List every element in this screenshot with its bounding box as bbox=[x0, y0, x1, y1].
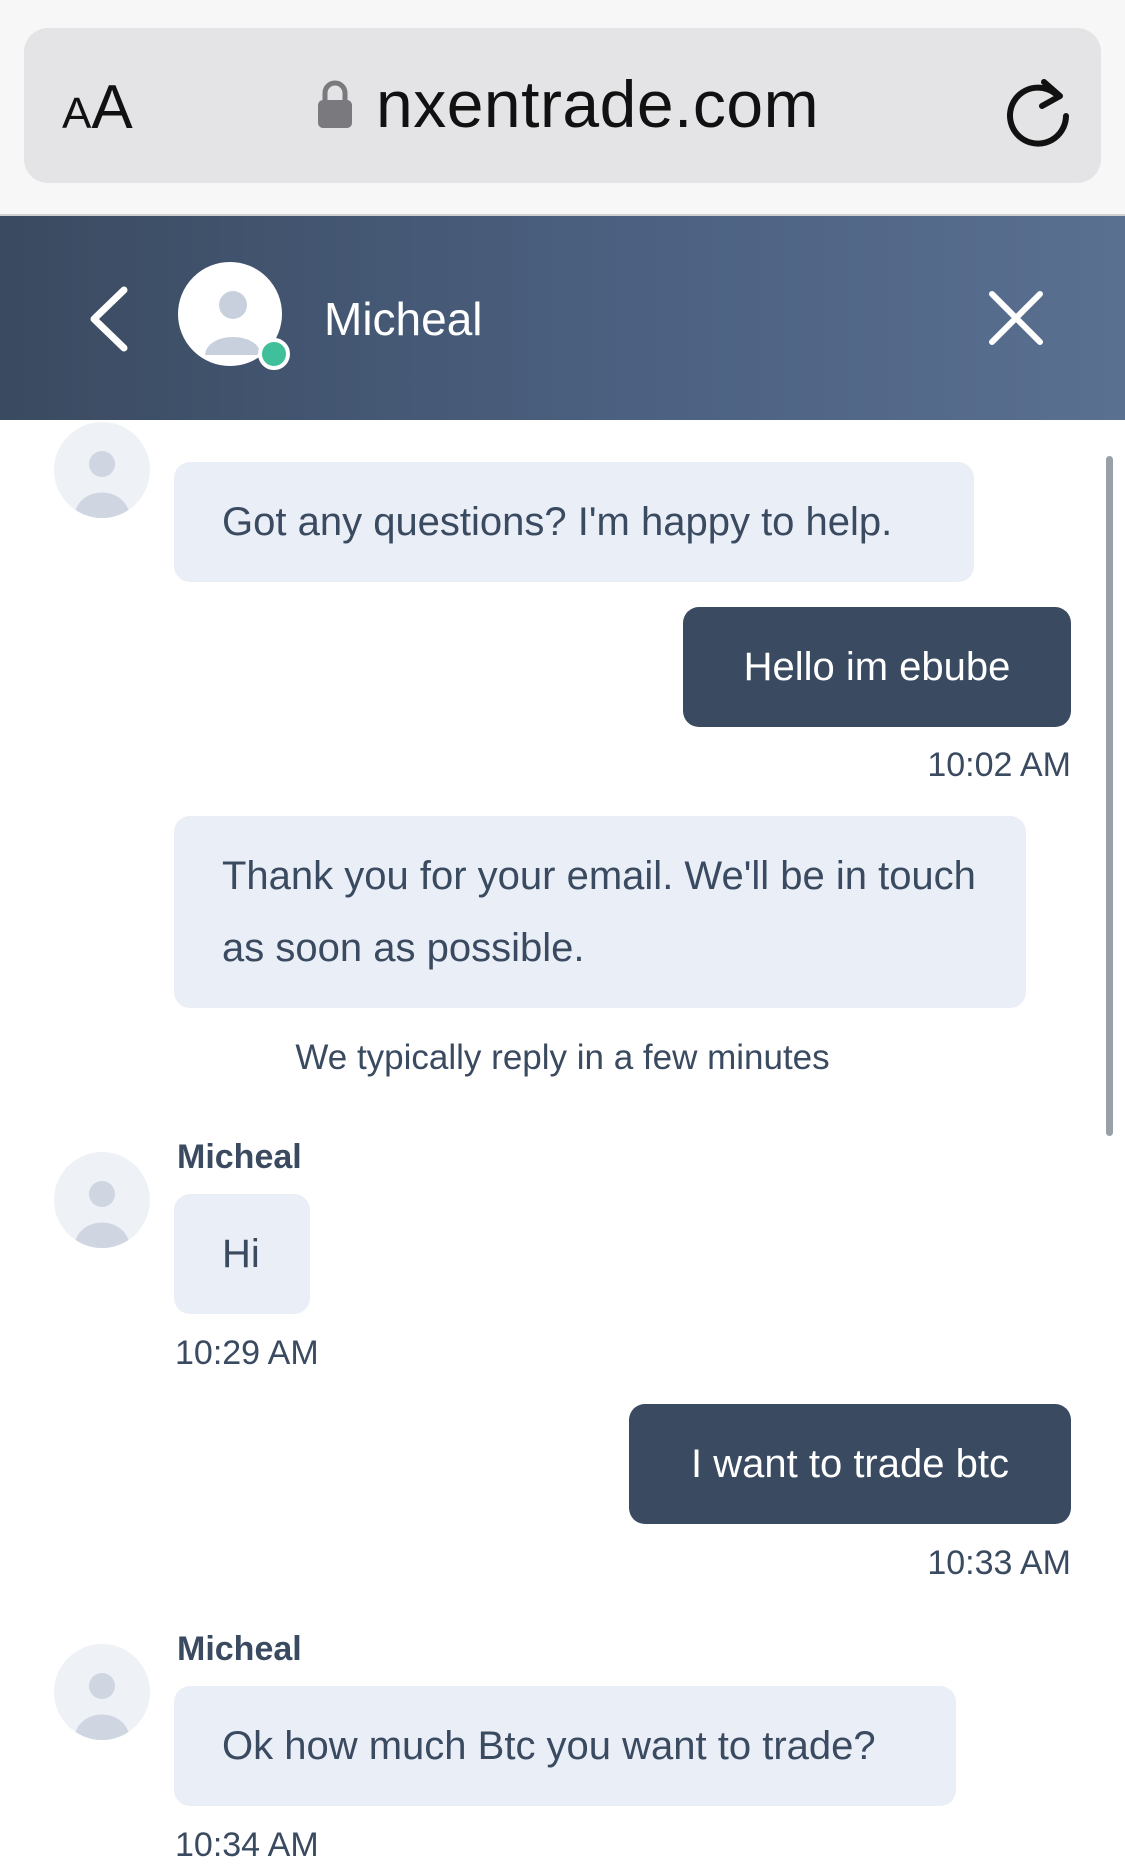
chevron-left-icon[interactable] bbox=[80, 284, 140, 354]
chat-scrollbar[interactable] bbox=[1106, 456, 1113, 1136]
message-timestamp: 10:29 AM bbox=[175, 1334, 319, 1372]
incoming-message: Got any questions? I'm happy to help. bbox=[174, 462, 974, 582]
reply-time-notice: We typically reply in a few minutes bbox=[295, 1038, 830, 1077]
incoming-message: Ok how much Btc you want to trade? bbox=[174, 1686, 956, 1806]
agent-avatar-small bbox=[54, 422, 150, 518]
agent-avatar-small bbox=[54, 1152, 150, 1248]
message-timestamp: 10:02 AM bbox=[927, 746, 1071, 784]
text-size-button[interactable]: AA bbox=[62, 72, 133, 143]
chat-header: Micheal bbox=[0, 216, 1125, 420]
lock-icon bbox=[318, 80, 352, 128]
user-silhouette-icon bbox=[74, 1673, 130, 1740]
incoming-message: Thank you for your email. We'll be in to… bbox=[174, 816, 1026, 1008]
agent-avatar bbox=[178, 262, 290, 372]
url-text[interactable]: nxentrade.com bbox=[376, 66, 819, 142]
sender-name: Micheal bbox=[177, 1630, 302, 1668]
online-status-dot bbox=[258, 338, 290, 370]
outgoing-message: Hello im ebube bbox=[683, 607, 1071, 727]
browser-toolbar: AA nxentrade.com bbox=[0, 0, 1125, 216]
user-silhouette-icon bbox=[74, 1181, 130, 1248]
message-timestamp: 10:33 AM bbox=[927, 1544, 1071, 1582]
close-icon[interactable] bbox=[988, 290, 1044, 346]
sender-name: Micheal bbox=[177, 1138, 302, 1176]
message-timestamp: 10:34 AM bbox=[175, 1826, 319, 1864]
address-bar[interactable]: AA nxentrade.com bbox=[24, 28, 1101, 183]
outgoing-message: I want to trade btc bbox=[629, 1404, 1071, 1524]
agent-name: Micheal bbox=[324, 293, 483, 345]
agent-avatar-small bbox=[54, 1644, 150, 1740]
incoming-message: Hi bbox=[174, 1194, 310, 1314]
reload-icon[interactable] bbox=[996, 72, 1080, 156]
user-silhouette-icon bbox=[74, 451, 130, 518]
